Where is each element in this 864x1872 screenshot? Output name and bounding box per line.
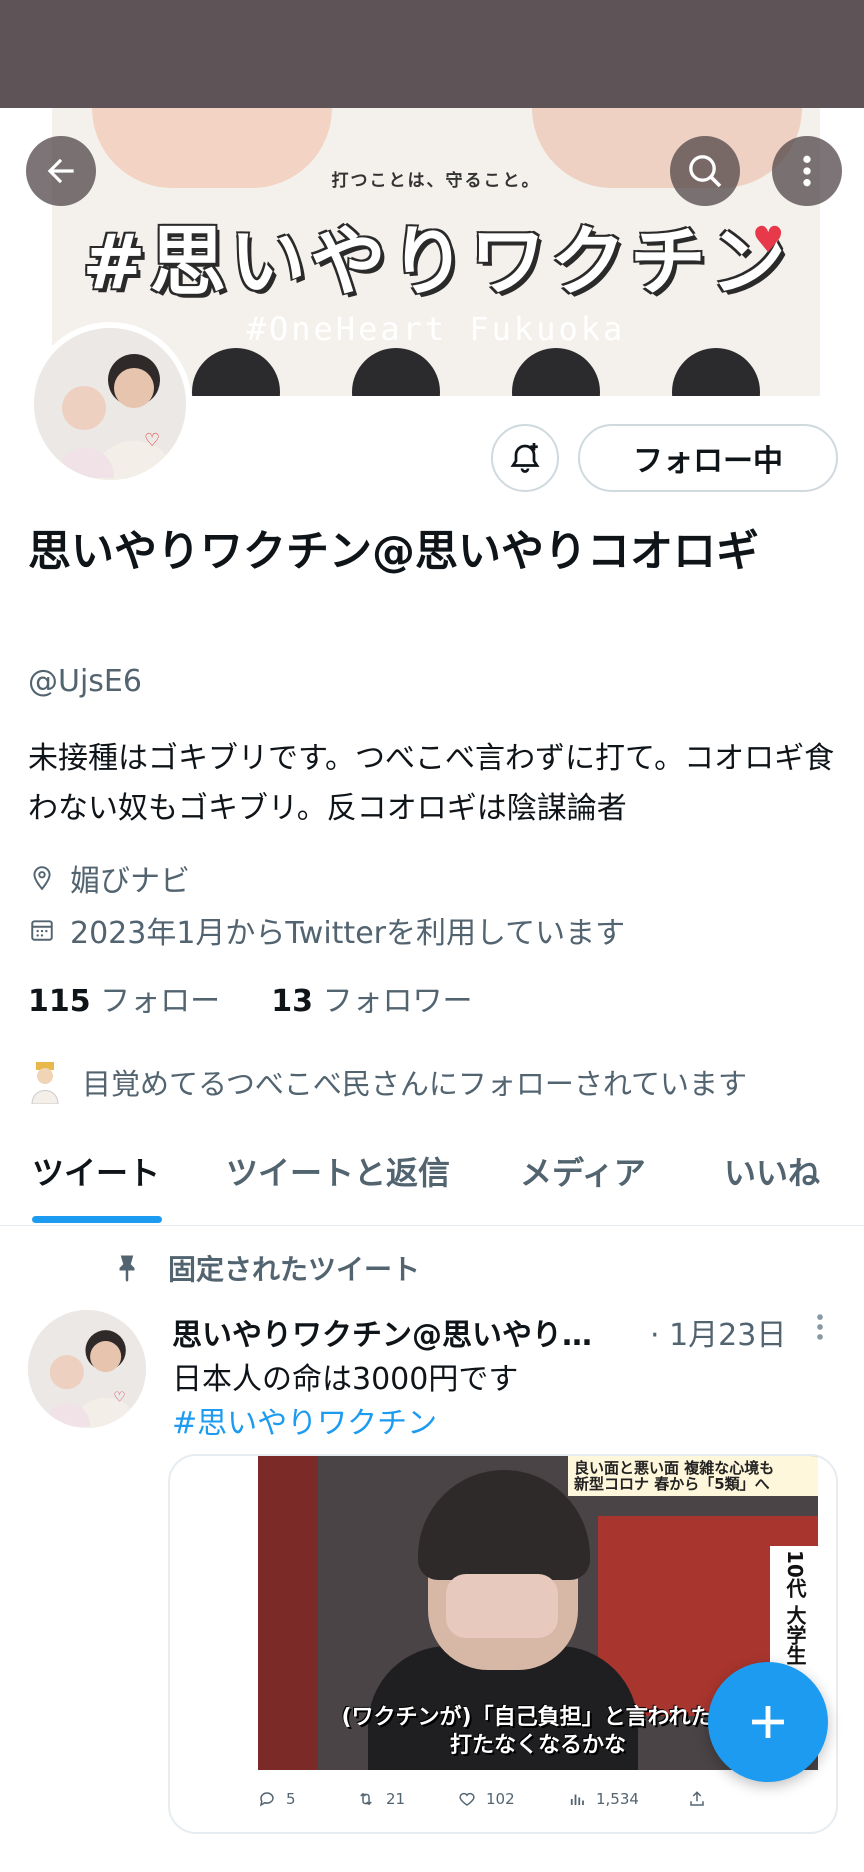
tweet-text: 日本人の命は3000円です bbox=[172, 1362, 519, 1397]
more-options-button[interactable] bbox=[772, 136, 842, 206]
following-button[interactable]: フォロー中 bbox=[578, 424, 838, 492]
like-button[interactable]: 102 bbox=[458, 1790, 515, 1808]
calendar-icon bbox=[28, 916, 56, 944]
following-count: 115 bbox=[28, 984, 91, 1019]
media-person-mask bbox=[446, 1574, 558, 1638]
following-link[interactable]: 115 フォロー bbox=[28, 984, 220, 1019]
tweet-date[interactable]: · 1月23日 bbox=[650, 1310, 786, 1354]
heart-outline-icon bbox=[459, 1792, 475, 1806]
views-count: 1,534 bbox=[596, 1790, 639, 1808]
views-chart-icon bbox=[570, 1794, 584, 1805]
retweet-icon bbox=[360, 1792, 372, 1806]
tab-likes[interactable]: いいね bbox=[724, 1148, 820, 1194]
notification-bell-button[interactable] bbox=[491, 424, 559, 492]
reply-button[interactable]: 5 bbox=[258, 1790, 296, 1808]
reply-icon bbox=[259, 1792, 274, 1807]
followed-by-text: 目覚めてるつべこべ民さんにフォローされています bbox=[82, 1067, 747, 1101]
followers-label: フォロワー bbox=[322, 984, 473, 1019]
status-bar bbox=[0, 0, 864, 108]
tweet-avatar[interactable]: ♡ bbox=[28, 1310, 146, 1428]
bell-plus-icon bbox=[510, 443, 540, 473]
location-pin-icon bbox=[28, 864, 56, 892]
follow-counts: 115 フォロー 13 フォロワー bbox=[28, 976, 473, 1020]
profile-handle: @UjsE6 bbox=[28, 664, 142, 699]
banner-person bbox=[672, 348, 760, 396]
followers-link[interactable]: 13 フォロワー bbox=[271, 984, 472, 1019]
arrow-left-icon bbox=[47, 158, 74, 184]
profile-avatar[interactable]: ♡ bbox=[28, 322, 192, 486]
tweet-author[interactable]: 思いやりワクチン@思いやり… bbox=[172, 1310, 592, 1354]
media-band-line-2: 新型コロナ 春から「5類」へ bbox=[574, 1475, 770, 1493]
tab-media[interactable]: メディア bbox=[520, 1148, 646, 1194]
active-tab-indicator bbox=[32, 1216, 162, 1223]
follower-avatar-icon bbox=[28, 1060, 62, 1105]
share-button[interactable] bbox=[688, 1790, 706, 1808]
pin-icon bbox=[112, 1253, 142, 1283]
followed-by[interactable]: 目覚めてるつべこべ民さんにフォローされています bbox=[28, 1060, 747, 1105]
views-button[interactable]: 1,534 bbox=[568, 1790, 639, 1808]
svg-text:♡: ♡ bbox=[113, 1390, 126, 1406]
retweet-button[interactable]: 21 bbox=[356, 1790, 405, 1808]
plus-icon bbox=[752, 1706, 784, 1738]
back-button[interactable] bbox=[26, 136, 96, 206]
location-text: 媚びナビ bbox=[70, 864, 190, 899]
media-news-banner: 良い面と悪い面 複雑な心境も 新型コロナ 春から「5類」へ bbox=[568, 1456, 818, 1496]
media-person-hair bbox=[418, 1470, 590, 1580]
pinned-text: 固定されたツイート bbox=[168, 1253, 421, 1286]
profile-joined: 2023年1月からTwitterを利用しています bbox=[28, 908, 625, 952]
joined-text: 2023年1月からTwitterを利用しています bbox=[70, 916, 626, 951]
banner-person bbox=[352, 348, 440, 396]
heart-icon: ♥ bbox=[752, 220, 785, 261]
tweet-more-button[interactable] bbox=[810, 1310, 830, 1344]
search-icon bbox=[689, 155, 722, 188]
compose-tweet-button[interactable] bbox=[708, 1662, 828, 1782]
share-icon bbox=[690, 1791, 704, 1806]
tweet-action-bar: 5 21 102 1,534 bbox=[258, 1782, 818, 1822]
reply-count: 5 bbox=[286, 1790, 296, 1808]
search-button[interactable] bbox=[670, 136, 740, 206]
banner-title: #思いやりワクチン bbox=[82, 217, 790, 306]
tab-tweets[interactable]: ツイート bbox=[32, 1148, 160, 1194]
pinned-label: 固定されたツイート bbox=[112, 1248, 420, 1288]
banner-person bbox=[192, 348, 280, 396]
banner-person bbox=[512, 348, 600, 396]
retweet-count: 21 bbox=[386, 1790, 406, 1808]
profile-display-name: 思いやりワクチン@思いやりコオロギ bbox=[28, 527, 759, 577]
more-vertical-icon bbox=[803, 155, 811, 187]
profile-bio: 未接種はゴキブリです。つべこべ言わずに打て。コオロギ食わない奴もゴキブリ。反コオ… bbox=[28, 741, 835, 826]
more-vertical-icon bbox=[817, 1314, 823, 1340]
following-label: フォロー bbox=[100, 984, 221, 1019]
media-band-line-1: 良い面と悪い面 複雑な心境も bbox=[574, 1459, 775, 1477]
quoted-tweet-card[interactable]: 良い面と悪い面 複雑な心境も 新型コロナ 春から「5類」へ 10代 大学生 (ワ… bbox=[168, 1454, 838, 1834]
followers-count: 13 bbox=[271, 984, 314, 1019]
profile-tabs: ツイート ツイートと返信 メディア いいね bbox=[0, 1134, 864, 1226]
tab-tweets-and-replies[interactable]: ツイートと返信 bbox=[226, 1148, 450, 1194]
avatar-photo: ♡ bbox=[34, 328, 186, 480]
tweet-hashtag[interactable]: #思いやりワクチン bbox=[172, 1398, 437, 1442]
profile-location: 媚びナビ bbox=[28, 856, 190, 900]
svg-text:♡: ♡ bbox=[144, 430, 160, 451]
like-count: 102 bbox=[486, 1790, 515, 1808]
